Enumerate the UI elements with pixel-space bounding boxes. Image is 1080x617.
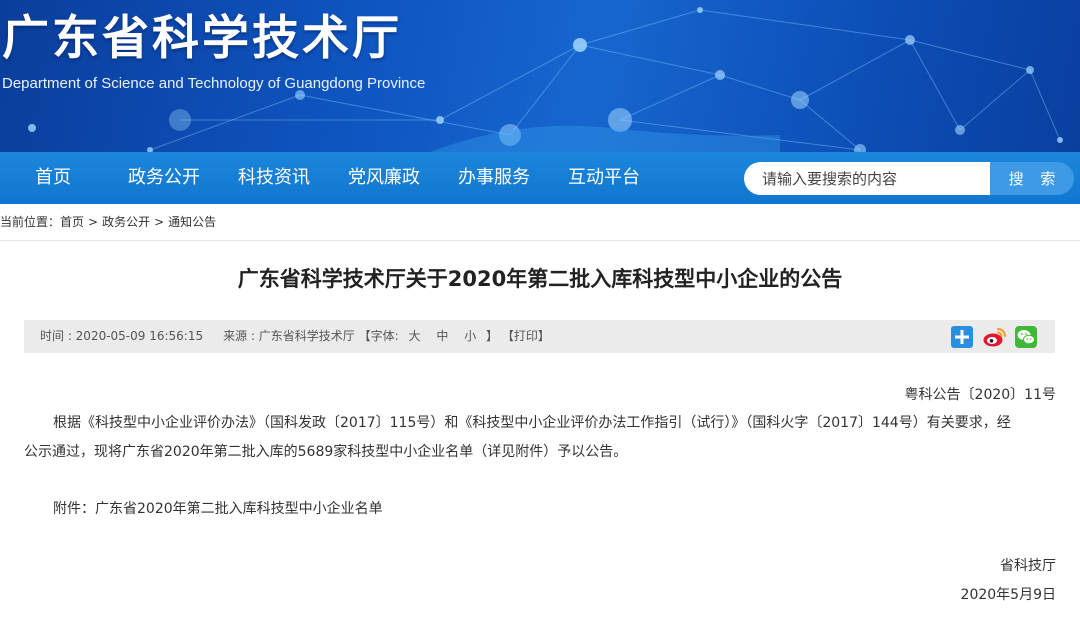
breadcrumb-government-affairs[interactable]: 政务公开 — [102, 215, 150, 229]
nav-item-services[interactable]: 办事服务 — [458, 152, 530, 204]
breadcrumb-home[interactable]: 首页 — [60, 215, 84, 229]
wechat-icon[interactable] — [1015, 326, 1037, 348]
breadcrumb-prefix: 当前位置： — [0, 215, 61, 229]
share-plus-icon[interactable] — [951, 326, 973, 348]
article-source: 来源 : 广东省科学技术厅 — [223, 329, 355, 343]
article-body-line-1: 根据《科技型中小企业评价办法》（国科发政〔2017〕115号）和《科技型中小企业… — [53, 415, 1011, 431]
nav-item-home[interactable]: 首页 — [35, 152, 71, 204]
breadcrumb-separator: > — [88, 215, 99, 229]
search-input[interactable] — [744, 162, 991, 195]
article-meta-bar: 时间 : 2020-05-09 16:56:15 来源 : 广东省科学技术厅 【字… — [24, 320, 1055, 353]
article-meta: 时间 : 2020-05-09 16:56:15 来源 : 广东省科学技术厅 【字… — [40, 320, 550, 353]
search-button[interactable]: 搜 索 — [990, 162, 1074, 195]
font-size-large[interactable]: 大 — [409, 329, 421, 343]
site-title: 广东省科学技术厅 — [2, 11, 402, 66]
nav-item-interaction[interactable]: 互动平台 — [568, 152, 640, 204]
document-number: 粤科公告〔2020〕11号 — [904, 387, 1056, 403]
print-link[interactable]: 【打印】 — [502, 329, 550, 343]
nav-item-integrity[interactable]: 党风廉政 — [348, 152, 420, 204]
weibo-icon[interactable] — [983, 326, 1007, 348]
article-body-line-2: 公示通过，现将广东省2020年第二批入库的5689家科技型中小企业名单（详见附件… — [24, 444, 628, 460]
breadcrumb: 当前位置：首页 > 政务公开 > 通知公告 — [0, 213, 216, 231]
font-size-small[interactable]: 小 — [464, 329, 476, 343]
article-title: 广东省科学技术厅关于2020年第二批入库科技型中小企业的公告 — [237, 267, 843, 291]
site-subtitle: Department of Science and Technology of … — [2, 75, 426, 92]
signature: 省科技厅 — [1000, 558, 1056, 574]
font-size-close: 】 — [486, 329, 499, 343]
breadcrumb-separator: > — [154, 215, 165, 229]
nav-item-government-affairs[interactable]: 政务公开 — [128, 152, 200, 204]
font-size-label: 【字体: — [358, 329, 399, 343]
site-banner: 广东省科学技术厅 Department of Science and Techn… — [0, 0, 1080, 152]
nav-item-tech-news[interactable]: 科技资讯 — [238, 152, 310, 204]
breadcrumb-notices[interactable]: 通知公告 — [168, 215, 216, 229]
publish-time: 时间 : 2020-05-09 16:56:15 — [40, 329, 204, 343]
font-size-medium[interactable]: 中 — [436, 329, 448, 343]
publish-date: 2020年5月9日 — [960, 587, 1056, 603]
attachment-link[interactable]: 附件：广东省2020年第二批入库科技型中小企业名单 — [53, 495, 383, 523]
